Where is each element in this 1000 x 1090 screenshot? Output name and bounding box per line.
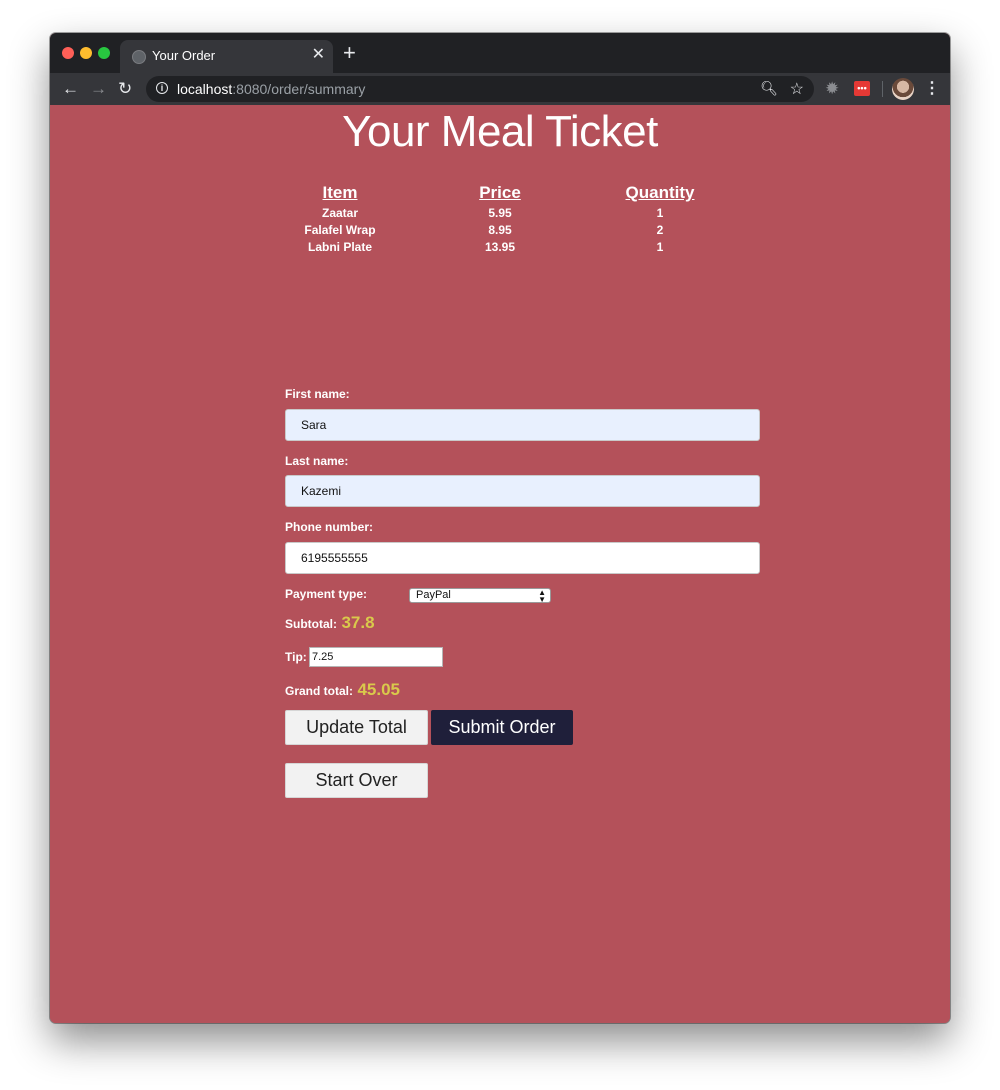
address-bar[interactable]: i localhost:8080/order/summary 🔍︎ ☆	[146, 76, 814, 102]
browser-window: Your Order ✕ + ← → ↻ i localhost:8080/or…	[50, 33, 950, 1023]
new-tab-icon[interactable]: +	[343, 41, 356, 65]
submit-order-button[interactable]: Submit Order	[431, 710, 573, 745]
page-content: Your Meal Ticket Item Price Quantity Zaa…	[50, 105, 950, 1023]
minimize-window-button[interactable]	[80, 47, 92, 59]
maximize-window-button[interactable]	[98, 47, 110, 59]
back-arrow-icon[interactable]: ←	[62, 79, 79, 99]
browser-toolbar: ← → ↻ i localhost:8080/order/summary 🔍︎ …	[50, 73, 950, 105]
first-name-field[interactable]	[285, 409, 760, 441]
column-header-quantity: Quantity	[625, 183, 695, 202]
url-host: localhost	[177, 81, 233, 97]
item-name: Labni Plate	[307, 240, 372, 254]
browser-menu-icon[interactable]: ⋮	[924, 78, 940, 98]
item-name: Zaatar	[321, 206, 359, 220]
reload-icon[interactable]: ↻	[118, 79, 132, 99]
subtotal-line: Subtotal: 37.8	[285, 613, 375, 633]
last-name-field[interactable]	[285, 475, 760, 507]
zoom-icon[interactable]: 🔍︎	[760, 80, 778, 97]
item-quantity: 1	[656, 240, 664, 254]
payment-type-label: Payment type:	[285, 587, 368, 601]
item-price: 5.95	[488, 206, 512, 220]
profile-avatar[interactable]	[892, 78, 914, 100]
extension-red-icon[interactable]: •••	[854, 81, 870, 96]
table-row: Falafel Wrap 8.95 2	[260, 222, 740, 239]
subtotal-value: 37.8	[341, 613, 375, 632]
item-quantity: 1	[656, 206, 664, 220]
grand-total-value: 45.05	[357, 680, 400, 699]
phone-number-label: Phone number:	[285, 520, 374, 534]
table-row: Labni Plate 13.95 1	[260, 239, 740, 256]
table-row: Zaatar 5.95 1	[260, 205, 740, 222]
close-tab-icon[interactable]: ✕	[312, 46, 325, 64]
tab-strip: Your Order ✕ +	[50, 33, 950, 73]
item-name: Falafel Wrap	[304, 223, 376, 237]
forward-arrow-icon[interactable]: →	[90, 79, 107, 99]
extension-gear-icon[interactable]: ✹	[825, 79, 839, 99]
item-price: 13.95	[484, 240, 516, 254]
order-table: Item Price Quantity Zaatar 5.95 1 Falafe…	[260, 183, 740, 256]
url-path: :8080/order/summary	[232, 81, 366, 97]
subtotal-label: Subtotal:	[285, 617, 337, 631]
update-total-button[interactable]: Update Total	[285, 710, 428, 745]
phone-number-field[interactable]	[285, 542, 760, 574]
bookmark-star-icon[interactable]: ☆	[790, 79, 804, 99]
info-icon[interactable]: i	[156, 82, 168, 94]
first-name-label: First name:	[285, 387, 350, 401]
start-over-button[interactable]: Start Over	[285, 763, 428, 798]
close-window-button[interactable]	[62, 47, 74, 59]
select-arrows-icon: ▲ ▼	[538, 588, 546, 604]
payment-type-select[interactable]: PayPal ▲ ▼	[409, 588, 551, 604]
grand-total-label: Grand total:	[285, 684, 353, 698]
page-title: Your Meal Ticket	[342, 107, 658, 156]
column-header-price: Price	[479, 183, 521, 202]
url-text: localhost:8080/order/summary	[177, 81, 365, 97]
payment-type-selected: PayPal	[416, 589, 451, 601]
globe-icon	[132, 50, 146, 64]
tip-label: Tip:	[285, 650, 307, 664]
tab-title: Your Order	[152, 48, 216, 63]
grand-total-line: Grand total: 45.05	[285, 680, 400, 700]
item-price: 8.95	[488, 223, 512, 237]
tab-your-order[interactable]: Your Order ✕	[120, 40, 333, 73]
tip-input[interactable]	[309, 647, 443, 667]
item-quantity: 2	[656, 223, 664, 237]
last-name-label: Last name:	[285, 454, 349, 468]
toolbar-divider	[882, 81, 883, 97]
column-header-item: Item	[322, 183, 358, 202]
table-header-row: Item Price Quantity	[260, 183, 740, 205]
